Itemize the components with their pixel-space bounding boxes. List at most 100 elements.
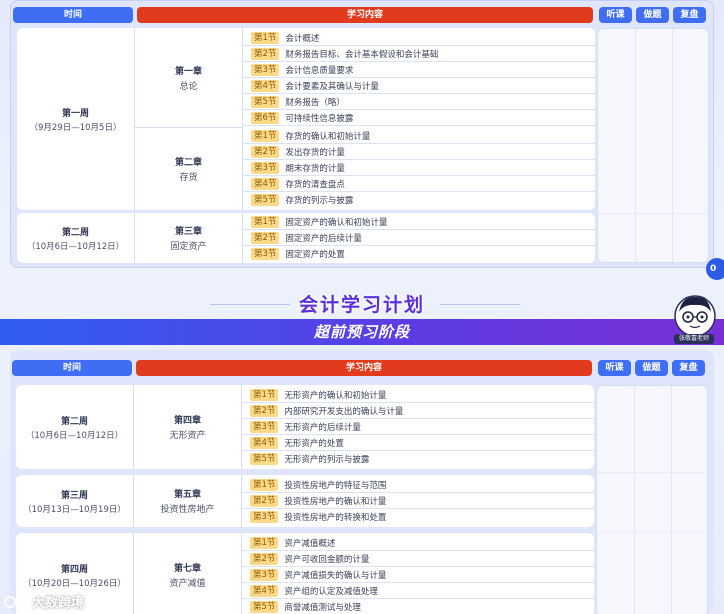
week-dates: （9月29日—10月5日）: [29, 122, 122, 133]
section-row: 第5节 财务报告（略）: [243, 94, 595, 110]
float-badge[interactable]: 0: [706, 258, 724, 280]
banner-title: 会计学习计划: [298, 294, 425, 316]
section-row: 第6节 可持续性信息披露: [243, 110, 595, 126]
grid-line: [672, 29, 673, 262]
week-block: 第二周 （10月6日—10月12日） 第三章 固定资产 第1节 固定资产的确认和初…: [17, 213, 595, 263]
header-time: 时间: [13, 7, 133, 23]
section-row: 第3节 无形资产的后续计量: [242, 419, 594, 435]
checkbox-grid[interactable]: [596, 385, 708, 614]
section-title: 无形资产的处置: [284, 438, 344, 449]
chapter-cell: 第一章 总论: [135, 28, 243, 128]
section-row: 第3节 资产减值损失的确认与计量: [242, 567, 594, 583]
grid-line: [597, 532, 707, 533]
schedule-panel-top: 时间 学习内容 听课 做题 复盘 第一周 （9月29日—10月5日） 第一章 总…: [10, 0, 714, 268]
grid-line: [598, 213, 708, 214]
section-badge: 第5节: [250, 453, 279, 465]
section-badge: 第4节: [251, 79, 280, 92]
chapter-cell: 第四章 无形资产: [134, 385, 242, 469]
section-badge: 第1节: [250, 536, 279, 549]
section-badge: 第2节: [250, 552, 279, 565]
section-title: 财务报告目标、会计基本假设和会计基础: [285, 49, 439, 60]
section-row: 第1节 会计概述: [243, 30, 595, 46]
section-badge: 第4节: [251, 177, 280, 190]
section-title: 存货的清查盘点: [285, 179, 345, 190]
week-name: 第三周: [60, 490, 88, 501]
section-row: 第4节 存货的清查盘点: [243, 176, 595, 192]
section-title: 固定资产的后续计量: [285, 233, 362, 244]
section-row: 第2节 投资性房地产的确认和计量: [242, 493, 594, 509]
chapter-cell: 第七章 资产减值: [134, 533, 242, 614]
week-name: 第二周: [60, 416, 88, 427]
avatar-label: 张敬富老师: [674, 334, 714, 344]
section-badge: 第4节: [250, 436, 279, 449]
section-title: 无形资产的列示与披露: [284, 455, 370, 465]
section-row: 第2节 发出存货的计量: [243, 144, 595, 160]
section-row: 第4节 无形资产的处置: [242, 435, 594, 451]
section-row: 第1节 无形资产的确认和初始计量: [242, 387, 594, 403]
section-row: 第5节 商誉减值测试与处理: [242, 599, 594, 614]
header-practice: 做题: [636, 7, 669, 23]
week-dates: （10月6日—10月12日）: [25, 430, 124, 441]
week-name: 第一周: [61, 108, 89, 119]
section-title: 存货的确认和初始计量: [285, 131, 371, 142]
chapter-title: 存货: [179, 173, 198, 183]
section-title: 投资性房地产的特征与范围: [284, 480, 387, 491]
section-title: 固定资产的确认和初始计量: [285, 217, 388, 228]
week-dates: （10月13日—10月19日）: [23, 504, 126, 515]
section-title: 存货的列示与披露: [285, 196, 354, 206]
grid-line: [634, 386, 635, 614]
week-cell: 第二周 （10月6日—10月12日）: [16, 385, 134, 469]
chapter-title: 无形资产: [169, 431, 206, 441]
section-row: 第1节 投资性房地产的特征与范围: [242, 477, 594, 493]
section-row: 第2节 固定资产的后续计量: [243, 230, 595, 246]
chapter-title: 总论: [179, 82, 198, 92]
chapter-name: 第四章: [173, 416, 201, 426]
section-title: 会计要素及其确认与计量: [285, 81, 379, 92]
section-row: 第2节 财务报告目标、会计基本假设和会计基础: [243, 46, 595, 62]
section-title: 资产可收回金额的计量: [284, 554, 370, 565]
section-row: 第3节 投资性房地产的转换和处置: [242, 509, 594, 525]
section-badge: 第4节: [250, 584, 279, 597]
week-cell: 第三周 （10月13日—10月19日）: [16, 475, 134, 527]
section-title: 财务报告（略）: [285, 97, 345, 108]
brand-logo: 大数跨境: [4, 592, 84, 611]
section-badge: 第3节: [250, 511, 279, 523]
section-row: 第1节 固定资产的确认和初始计量: [243, 214, 595, 230]
chapter-title: 投资性房地产: [160, 505, 215, 515]
section-badge: 第5节: [250, 601, 279, 613]
section-row: 第5节 存货的列示与披露: [243, 192, 595, 208]
section-badge: 第3节: [251, 248, 280, 260]
section-title: 可持续性信息披露: [285, 113, 354, 124]
banner: 会计学习计划: [0, 290, 724, 320]
week-cell: 第一周 （9月29日—10月5日）: [17, 28, 135, 210]
week-name: 第四周: [60, 564, 88, 575]
week-block: 第二周 （10月6日—10月12日） 第四章 无形资产 第1节 无形资产的确认和初…: [16, 385, 594, 469]
chapter-cell: 第五章 投资性房地产: [134, 475, 242, 527]
section-title: 资产减值概述: [284, 538, 336, 549]
section-badge: 第1节: [251, 215, 280, 228]
chapter-cell: 第二章 存货: [135, 128, 243, 210]
checkbox-grid[interactable]: [597, 28, 709, 263]
header-practice: 做题: [635, 360, 668, 376]
schedule-panel-bottom: 时间 学习内容 听课 做题 复盘 第二周 （10月6日—10月12日） 第四章 …: [10, 350, 714, 614]
section-title: 固定资产的处置: [285, 250, 345, 260]
week-block: 第三周 （10月13日—10月19日） 第五章 投资性房地产 第1节 投资性房地产…: [16, 475, 594, 527]
chapter-name: 第二章: [174, 158, 202, 168]
section-badge: 第2节: [251, 47, 280, 60]
section-badge: 第3节: [250, 420, 279, 433]
grid-line: [597, 472, 707, 473]
section-row: 第3节 期末存货的计量: [243, 160, 595, 176]
section-row: 第3节 固定资产的处置: [243, 246, 595, 262]
week-dates: （10月6日—10月12日）: [26, 241, 125, 252]
chapter-name: 第五章: [173, 490, 201, 500]
week-dates: （10月20日—10月26日）: [23, 578, 126, 589]
week-name: 第二周: [61, 227, 89, 238]
week-block: 第四周 （10月20日—10月26日） 第七章 资产减值 第1节 资产减值概述 第…: [16, 533, 594, 614]
section-row: 第1节 存货的确认和初始计量: [243, 128, 595, 144]
section-badge: 第3节: [251, 161, 280, 174]
section-badge: 第1节: [251, 129, 280, 142]
section-row: 第4节 会计要素及其确认与计量: [243, 78, 595, 94]
week-cell: 第二周 （10月6日—10月12日）: [17, 213, 135, 263]
section-badge: 第1节: [250, 478, 279, 491]
section-badge: 第2节: [251, 145, 280, 158]
